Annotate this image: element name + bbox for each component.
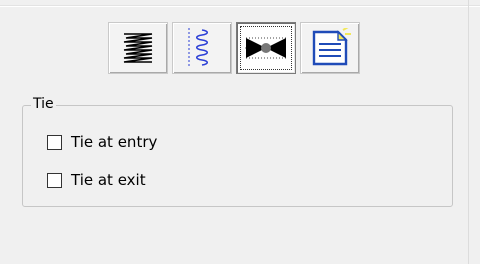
notes-mode-button[interactable] bbox=[300, 22, 360, 74]
zigzag-mode-button[interactable] bbox=[108, 22, 168, 74]
bowtie-tie-icon bbox=[245, 37, 287, 59]
tie-at-entry-option[interactable]: Tie at entry bbox=[47, 131, 157, 153]
zigzag-lines-icon bbox=[123, 33, 153, 63]
note-page-icon bbox=[312, 28, 351, 66]
stitch-mode-toolbar bbox=[108, 22, 360, 74]
tie-at-entry-checkbox[interactable] bbox=[47, 134, 62, 150]
right-divider bbox=[468, 0, 469, 264]
tie-at-exit-option[interactable]: Tie at exit bbox=[47, 169, 146, 191]
tie-groupbox bbox=[22, 105, 453, 207]
tie-at-entry-label[interactable]: Tie at entry bbox=[71, 133, 157, 151]
coil-mode-button[interactable] bbox=[172, 22, 232, 74]
tie-mode-button[interactable] bbox=[236, 22, 296, 74]
tie-group-legend: Tie bbox=[31, 95, 56, 113]
top-divider bbox=[0, 5, 480, 7]
tie-at-exit-checkbox[interactable] bbox=[47, 172, 62, 188]
tie-at-exit-label[interactable]: Tie at exit bbox=[71, 171, 146, 189]
coil-spring-icon bbox=[188, 28, 209, 68]
